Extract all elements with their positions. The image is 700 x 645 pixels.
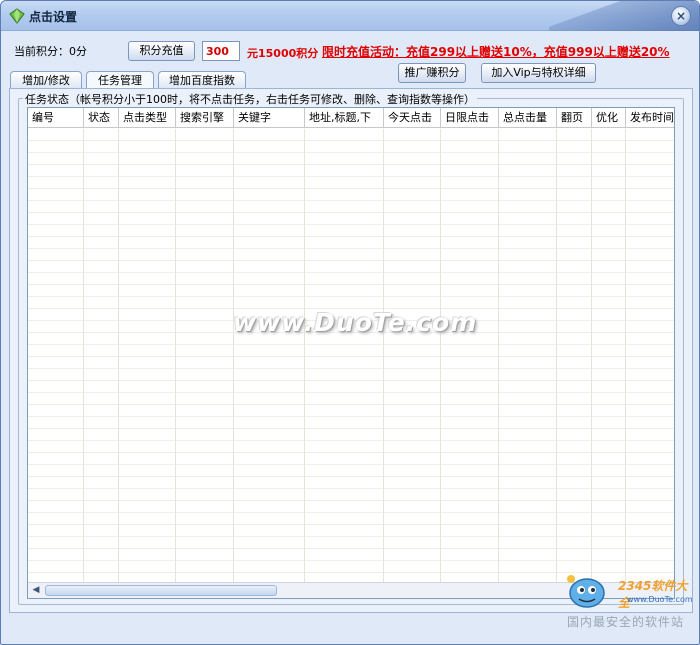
tab-add-edit[interactable]: 增加/修改 — [10, 71, 82, 89]
task-group: 任务状态（帐号积分小于100时，将不点击任务，右击任务可修改、删除、查询指数等操… — [18, 91, 684, 605]
task-table[interactable]: 编号 状态 点击类型 搜索引擎 关键字 地址,标题,下 今天点击 日限点击 总点… — [27, 107, 675, 599]
column-divider — [118, 129, 119, 584]
column-divider — [383, 129, 384, 584]
col-header-total-clicks[interactable]: 总点击量 — [499, 108, 557, 128]
points-display: 当前积分：0分 — [14, 43, 87, 59]
column-divider — [625, 129, 626, 584]
task-group-legend: 任务状态（帐号积分小于100时，将不点击任务，右击任务可修改、删除、查询指数等操… — [23, 91, 477, 107]
table-body[interactable] — [28, 129, 674, 584]
recharge-button[interactable]: 积分充值 — [128, 41, 195, 61]
scroll-left-icon[interactable]: ◀ — [29, 584, 43, 597]
col-header-optimize[interactable]: 优化 — [592, 108, 626, 128]
points-label: 当前积分： — [14, 45, 69, 58]
col-header-publish-time[interactable]: 发布时间 — [626, 108, 674, 128]
col-header-click-type[interactable]: 点击类型 — [119, 108, 176, 128]
amount-result: 元15000积分 — [247, 47, 319, 60]
column-divider — [440, 129, 441, 584]
amount-input[interactable] — [202, 41, 240, 61]
tab-baidu-index[interactable]: 增加百度指数 — [158, 71, 246, 89]
column-divider — [498, 129, 499, 584]
promote-button[interactable]: 推广赚积分 — [398, 63, 466, 83]
close-button[interactable]: × — [671, 6, 691, 26]
col-header-paging[interactable]: 翻页 — [557, 108, 592, 128]
scroll-thumb[interactable] — [45, 585, 277, 596]
points-value: 0分 — [69, 45, 87, 58]
watermark: www.DuoTe.com — [233, 308, 478, 337]
column-divider — [83, 129, 84, 584]
col-header-daily-limit[interactable]: 日限点击 — [441, 108, 499, 128]
table-header: 编号 状态 点击类型 搜索引擎 关键字 地址,标题,下 今天点击 日限点击 总点… — [28, 108, 674, 128]
window-title: 点击设置 — [29, 10, 78, 24]
task-panel: 任务状态（帐号积分小于100时，将不点击任务，右击任务可修改、删除、查询指数等操… — [9, 88, 693, 613]
column-divider — [304, 129, 305, 584]
col-header-address[interactable]: 地址,标题,下 — [305, 108, 384, 128]
col-header-status[interactable]: 状态 — [84, 108, 119, 128]
column-divider — [175, 129, 176, 584]
col-header-id[interactable]: 编号 — [28, 108, 84, 128]
gem-icon — [9, 8, 25, 24]
col-header-keyword[interactable]: 关键字 — [234, 108, 305, 128]
footer-slogan: 国内最安全的软件站 — [567, 615, 685, 629]
promo-link[interactable]: 限时充值活动：充值299以上赠送10%，充值999以上赠送20% — [322, 43, 670, 60]
vip-button[interactable]: 加入Vip与特权详细 — [481, 63, 596, 83]
settings-window: 点击设置 × 当前积分：0分 积分充值 元15000积分 限时充值活动：充值29… — [0, 0, 700, 645]
col-header-search-engine[interactable]: 搜索引擎 — [176, 108, 234, 128]
title-bar: 点击设置 × — [1, 1, 699, 31]
column-divider — [233, 129, 234, 584]
logo-text: 2345软件大全 — [618, 579, 688, 610]
col-header-today-clicks[interactable]: 今天点击 — [384, 108, 441, 128]
column-divider — [556, 129, 557, 584]
logo-url: www.DuoTe.com — [627, 595, 693, 604]
column-divider — [591, 129, 592, 584]
